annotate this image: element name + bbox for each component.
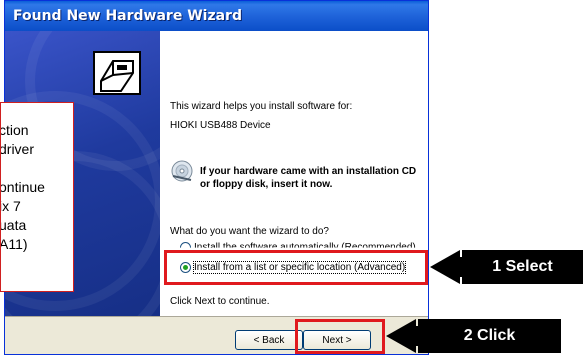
note-line: A11) [0,236,28,252]
select-callout: 1 Select [462,250,583,284]
cd-hint-line1: If your hardware came with an installati… [200,166,417,177]
divider [5,316,428,317]
back-button-label: < Back [253,335,285,346]
side-note: ction driver ontinue ix 7 uata A11) [0,102,74,292]
cd-icon [171,160,193,182]
note-line [1,159,73,178]
window-title: Found New Hardware Wizard [13,8,242,24]
device-name: HIOKI USB488 Device [170,120,271,131]
note-line: uata [0,217,27,233]
note-line: driver [0,141,35,157]
intro-text: This wizard helps you install software f… [170,101,353,112]
click-highlight [295,319,385,354]
back-button[interactable]: < Back [235,330,303,350]
question-text: What do you want the wizard to do? [170,226,329,237]
note-line: ontinue [0,179,45,195]
wizard-hardware-icon [93,51,141,95]
cd-hint-line2: or floppy disk, insert it now. [200,179,333,190]
note-line: ix 7 [0,198,21,214]
title-bar[interactable]: Found New Hardware Wizard [5,1,428,31]
footer-hint: Click Next to continue. [170,296,270,307]
click-callout: 2 Click [418,319,561,353]
select-highlight [164,250,428,285]
note-line: ction [0,122,29,138]
